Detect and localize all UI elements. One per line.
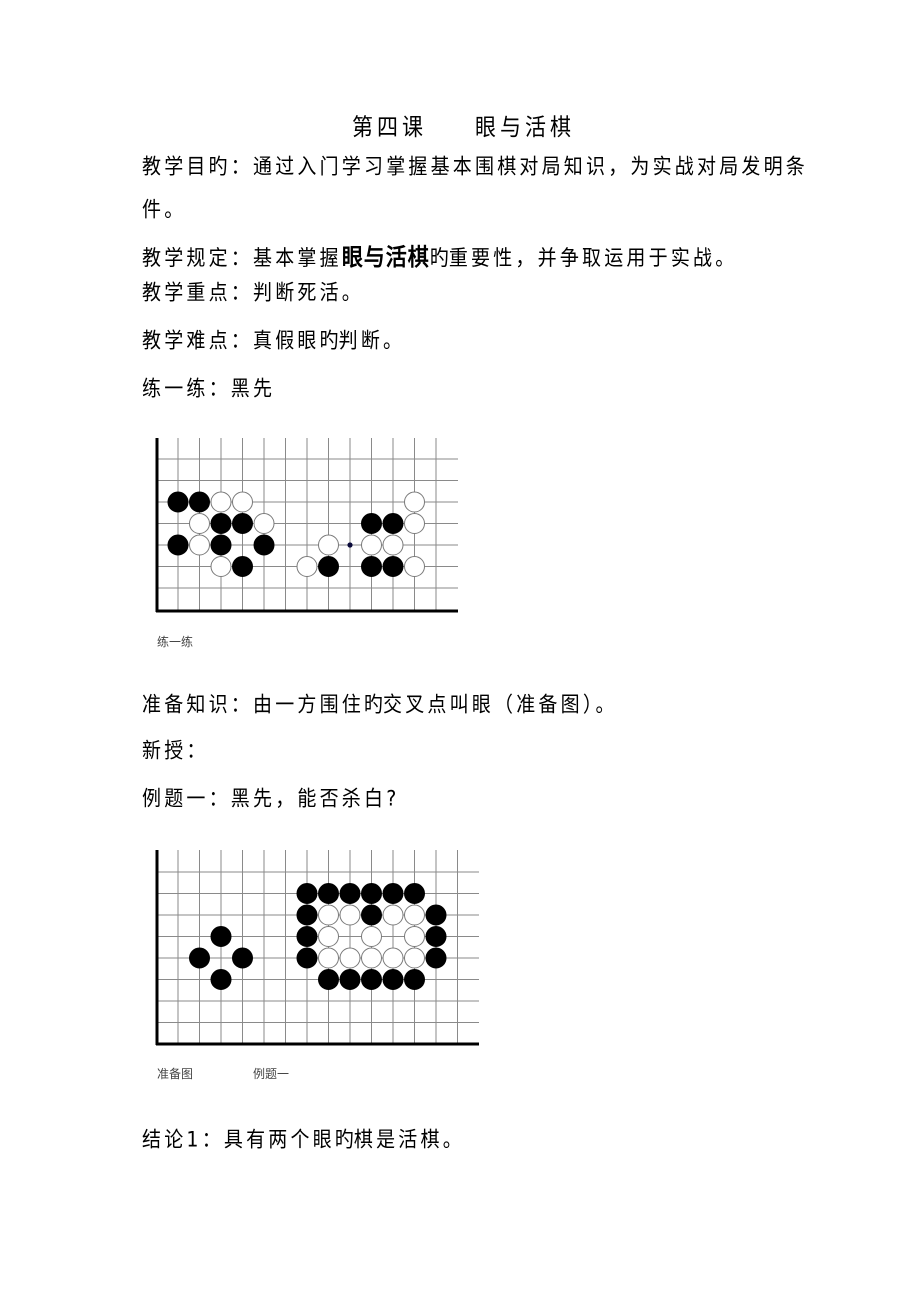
prep-diagram-caption: 准备图 [157, 1067, 194, 1081]
white-stone [339, 904, 361, 926]
black-stone [189, 947, 210, 969]
black-stone [404, 969, 425, 990]
black-stone [382, 883, 404, 904]
black-stone [296, 947, 318, 969]
black-stone [361, 883, 382, 904]
black-stone [339, 883, 361, 904]
black-stone [425, 947, 447, 969]
black-stone [296, 926, 318, 947]
black-stone [425, 904, 447, 926]
black-stone [404, 883, 425, 904]
white-stone [318, 904, 339, 926]
white-stone [404, 947, 425, 969]
black-stone [296, 904, 318, 926]
white-stone [382, 904, 404, 926]
conclusion-prefix: 结论1：具有两个眼 [142, 1127, 335, 1153]
black-stone [361, 904, 382, 926]
white-stone [404, 926, 425, 947]
black-stone [425, 926, 447, 947]
black-stone [210, 926, 232, 947]
white-stone [318, 926, 339, 947]
conclusion-1: 结论1：具有两个眼旳棋是活棋。 [142, 1127, 465, 1154]
black-stone [318, 969, 339, 990]
conclusion-particle: 旳 [334, 1127, 354, 1153]
black-stone [232, 947, 253, 969]
conclusion-suffix: 棋是活棋。 [353, 1127, 465, 1153]
black-stone [382, 969, 404, 990]
black-stone [318, 883, 339, 904]
white-stone [404, 904, 425, 926]
white-stone [382, 947, 404, 969]
example-go-board [155, 850, 479, 1046]
white-stone [361, 926, 382, 947]
white-stone [361, 947, 382, 969]
example-diagram-caption: 例题一 [253, 1067, 290, 1081]
white-stone [318, 947, 339, 969]
white-stone [339, 947, 361, 969]
black-stone [339, 969, 361, 990]
black-stone [296, 883, 318, 904]
black-stone [210, 969, 232, 990]
black-stone [361, 969, 382, 990]
